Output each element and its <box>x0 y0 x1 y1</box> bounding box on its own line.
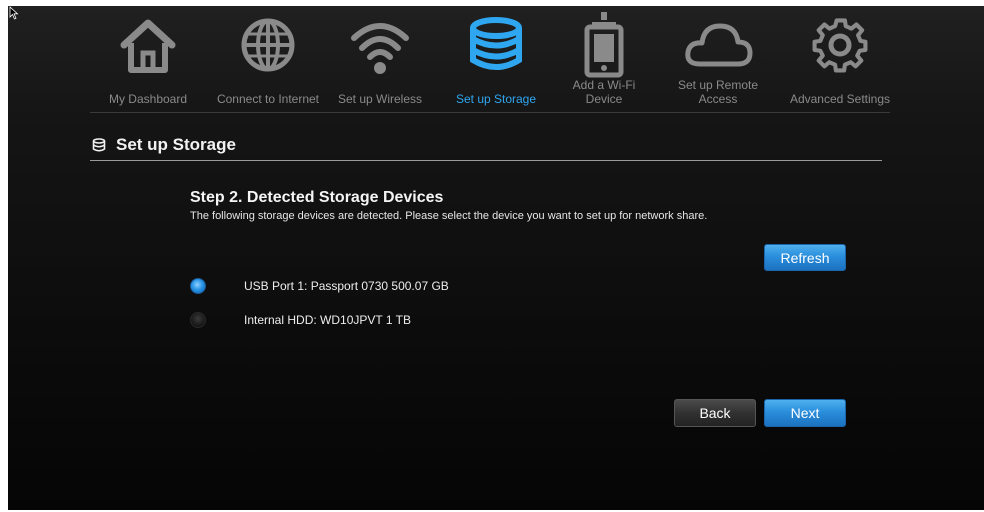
section-header: Set up Storage <box>90 133 236 157</box>
tablet-icon <box>584 12 624 78</box>
step-title: Step 2. Detected Storage Devices <box>190 189 444 206</box>
device-radio-usb[interactable] <box>190 278 206 294</box>
nav-item-set-up-remote-access[interactable]: Set up Remote Access <box>668 6 768 110</box>
storage-icon <box>470 17 522 70</box>
storage-icon <box>92 138 106 152</box>
device-option-usb[interactable]: USB Port 1: Passport 0730 500.07 GB <box>190 277 449 295</box>
cloud-icon <box>685 23 753 67</box>
mouse-cursor-icon <box>9 6 19 20</box>
nav-item-set-up-storage[interactable]: Set up Storage <box>444 6 548 110</box>
device-radio-internal-hdd[interactable] <box>190 312 206 328</box>
main-nav: My Dashboard Connect to Internet Set up … <box>8 6 984 116</box>
section-divider <box>90 160 882 161</box>
next-button[interactable]: Next <box>764 399 846 427</box>
router-setup-page: My Dashboard Connect to Internet Set up … <box>8 6 984 510</box>
nav-item-add-wifi-device[interactable]: Add a Wi-Fi Device <box>566 6 642 110</box>
nav-item-set-up-wireless[interactable]: Set up Wireless <box>330 6 430 110</box>
page-title: Set up Storage <box>116 135 236 154</box>
wifi-icon <box>351 23 409 74</box>
nav-item-my-dashboard[interactable]: My Dashboard <box>98 6 198 110</box>
device-label: Internal HDD: WD10JPVT 1 TB <box>244 313 411 327</box>
nav-label: Set up Remote Access <box>677 78 759 106</box>
globe-icon <box>241 18 295 72</box>
nav-label: Advanced Settings <box>789 92 891 106</box>
device-option-internal-hdd[interactable]: Internal HDD: WD10JPVT 1 TB <box>190 311 411 329</box>
nav-item-connect-to-internet[interactable]: Connect to Internet <box>208 6 328 110</box>
device-label: USB Port 1: Passport 0730 500.07 GB <box>244 279 449 293</box>
nav-label: Connect to Internet <box>216 92 320 106</box>
nav-label: Add a Wi-Fi Device <box>572 78 636 106</box>
nav-item-advanced-settings[interactable]: Advanced Settings <box>784 6 896 110</box>
nav-label: Set up Storage <box>455 92 537 106</box>
gear-icon <box>812 18 868 73</box>
nav-divider <box>90 112 890 113</box>
back-button[interactable]: Back <box>674 399 756 427</box>
step-description: The following storage devices are detect… <box>190 210 708 222</box>
home-icon <box>120 19 176 73</box>
refresh-button[interactable]: Refresh <box>764 244 846 271</box>
nav-label: Set up Wireless <box>337 92 423 106</box>
nav-label: My Dashboard <box>108 92 188 106</box>
